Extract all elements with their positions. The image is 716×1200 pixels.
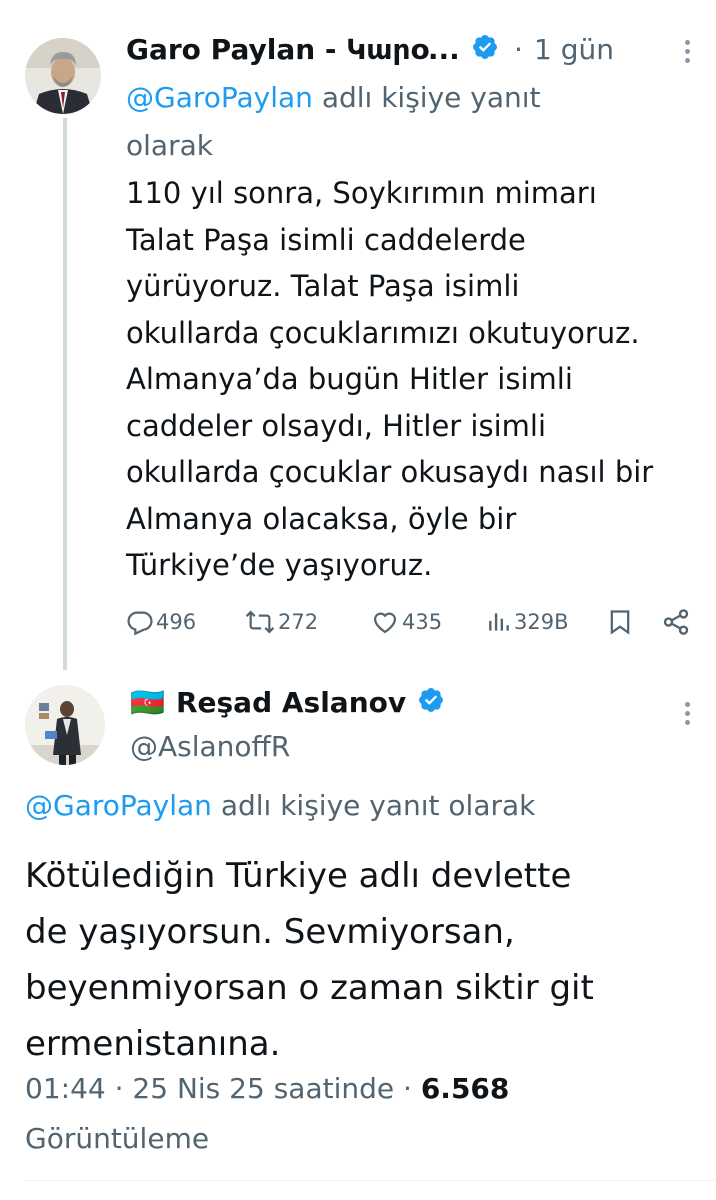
like-button[interactable]: 435: [370, 600, 442, 644]
main-tweet-meta: 01:44 · 25 Nis 25 saatinde · 6.568 Görün…: [25, 1072, 510, 1155]
main-tweet-time[interactable]: 01:44: [25, 1072, 106, 1105]
thread-connector-line: [63, 118, 67, 670]
reply-separator: ·: [513, 33, 523, 66]
bottom-divider: [25, 1180, 716, 1181]
bookmark-button[interactable]: [606, 600, 636, 644]
analytics-icon: [489, 613, 509, 631]
main-reply-to-suffix: adlı kişiye yanıt olarak: [220, 789, 536, 822]
main-tweet-view-count: 6.568: [420, 1072, 510, 1105]
like-count: 435: [402, 610, 443, 634]
main-tweet-date[interactable]: 25 Nis 25 saatinde: [132, 1072, 394, 1105]
reply-to-suffix-line2: olarak: [126, 129, 213, 162]
share-button[interactable]: [661, 600, 693, 644]
main-tweet-view-label: Görüntüleme: [25, 1122, 210, 1155]
retweet-icon: [245, 610, 275, 634]
heart-icon: [373, 612, 397, 634]
avatar-garo-paylan[interactable]: [25, 38, 101, 114]
main-more-options-icon[interactable]: [683, 702, 691, 729]
verified-badge-icon: [471, 33, 499, 76]
reply-action-bar: 496 272 435 329B: [126, 600, 706, 644]
azerbaijan-flag-icon: 🇦🇿: [130, 686, 165, 719]
share-icon: [663, 609, 689, 635]
reply-more-options-icon[interactable]: [683, 40, 691, 67]
bookmark-icon: [610, 610, 630, 635]
reply-to-handle-link[interactable]: @GaroPaylan: [126, 81, 313, 114]
main-author-name[interactable]: Reşad Aslanov: [176, 686, 406, 719]
main-reply-to-handle-link[interactable]: @GaroPaylan: [25, 789, 212, 822]
avatar-photo-icon: [25, 38, 101, 114]
verified-badge-icon: [417, 686, 445, 730]
reply-icon: [127, 611, 153, 636]
avatar-photo-icon: [25, 685, 105, 765]
retweet-count: 272: [278, 610, 319, 634]
reply-count: 496: [156, 610, 197, 634]
reply-button[interactable]: 496: [126, 600, 196, 644]
views-count: 329B: [514, 610, 569, 634]
reply-time[interactable]: 1 gün: [534, 33, 614, 66]
views-button[interactable]: 329B: [486, 600, 569, 644]
main-author-handle[interactable]: @AslanoffR: [130, 726, 290, 768]
main-tweet-text: Kötülediğin Türkiye adlı devlette de yaş…: [25, 856, 594, 1064]
reply-tweet-text: 110 yıl sonra, Soykırımın mimarı Talat P…: [126, 176, 654, 582]
avatar-resad-aslanov[interactable]: [25, 685, 105, 765]
reply-author-name[interactable]: Garo Paylan - Կարօ...: [126, 33, 460, 66]
retweet-button[interactable]: 272: [244, 600, 318, 644]
reply-to-suffix: adlı kişiye yanıt: [321, 81, 541, 114]
